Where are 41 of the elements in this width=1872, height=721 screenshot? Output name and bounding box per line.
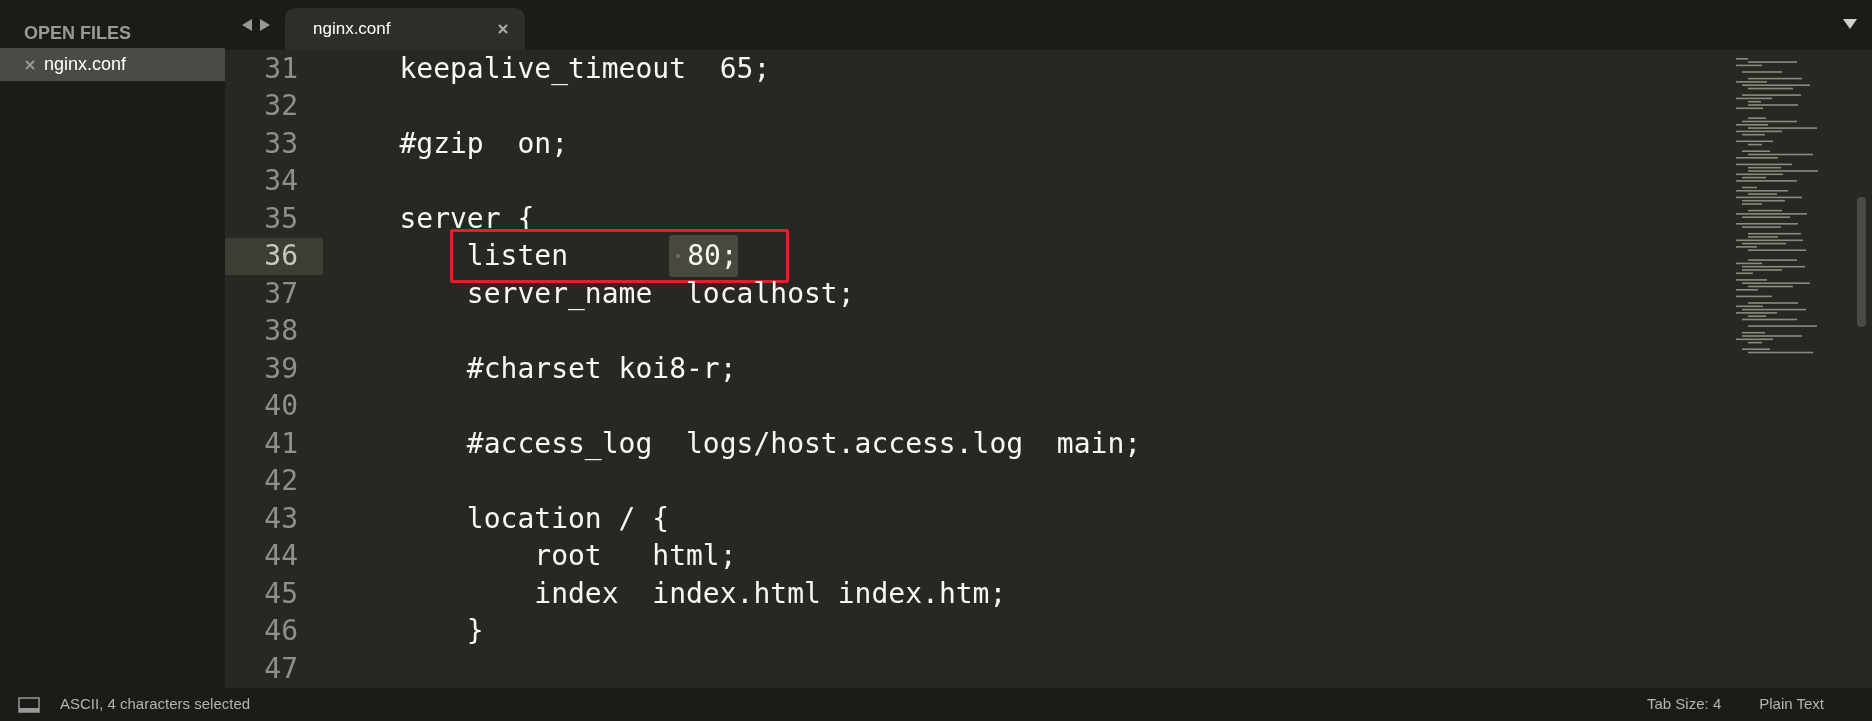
code-line: root html; [534, 538, 737, 575]
line-number: 38 [263, 313, 299, 350]
line-number: 37 [263, 275, 299, 312]
line-number: 33 [263, 125, 299, 162]
code-line: index index.html index.htm; [534, 575, 1007, 612]
line-number: 41 [263, 425, 299, 462]
line-number: 42 [263, 463, 299, 500]
close-icon[interactable] [24, 58, 36, 71]
code-line: location / { [466, 500, 670, 537]
selected-text: 80; [669, 235, 738, 278]
line-number: 40 [263, 388, 299, 425]
line-number: 36 [225, 237, 323, 275]
line-number: 32 [263, 88, 299, 125]
panel-toggle-icon[interactable] [18, 696, 40, 713]
line-number: 34 [263, 163, 299, 200]
status-message: ASCII, 4 characters selected [60, 694, 251, 715]
line-number: 43 [263, 500, 299, 537]
file-tab[interactable]: nginx.conf [285, 8, 525, 50]
line-number: 31 [263, 50, 299, 87]
dropdown-arrow-icon[interactable] [1842, 18, 1858, 30]
code-line: keepalive_timeout 65; [399, 50, 771, 87]
sidebar-title: OPEN FILES [23, 22, 132, 45]
line-number: 35 [263, 200, 299, 237]
line-number: 47 [263, 650, 299, 687]
code-line: #access_log logs/host.access.log main; [466, 425, 1142, 462]
code-line: #gzip on; [399, 125, 568, 162]
syntax-setting[interactable]: Plain Text [1759, 693, 1824, 716]
line-number: 45 [263, 575, 299, 612]
code-line: listen 80; [466, 235, 738, 278]
open-file-item[interactable]: nginx.conf [0, 48, 225, 81]
line-number: 46 [263, 613, 299, 650]
line-number: 39 [263, 350, 299, 387]
close-icon[interactable] [497, 23, 509, 35]
scrollbar-thumb[interactable] [1857, 197, 1866, 327]
code-line: server_name localhost; [466, 275, 855, 312]
tab-size-setting[interactable]: Tab Size: 4 [1647, 693, 1722, 716]
forward-arrow-icon[interactable] [259, 18, 271, 32]
line-number: 44 [263, 538, 299, 575]
code-line: } [466, 613, 484, 650]
back-arrow-icon[interactable] [241, 18, 253, 32]
code-line: #charset koi8-r; [466, 350, 737, 387]
